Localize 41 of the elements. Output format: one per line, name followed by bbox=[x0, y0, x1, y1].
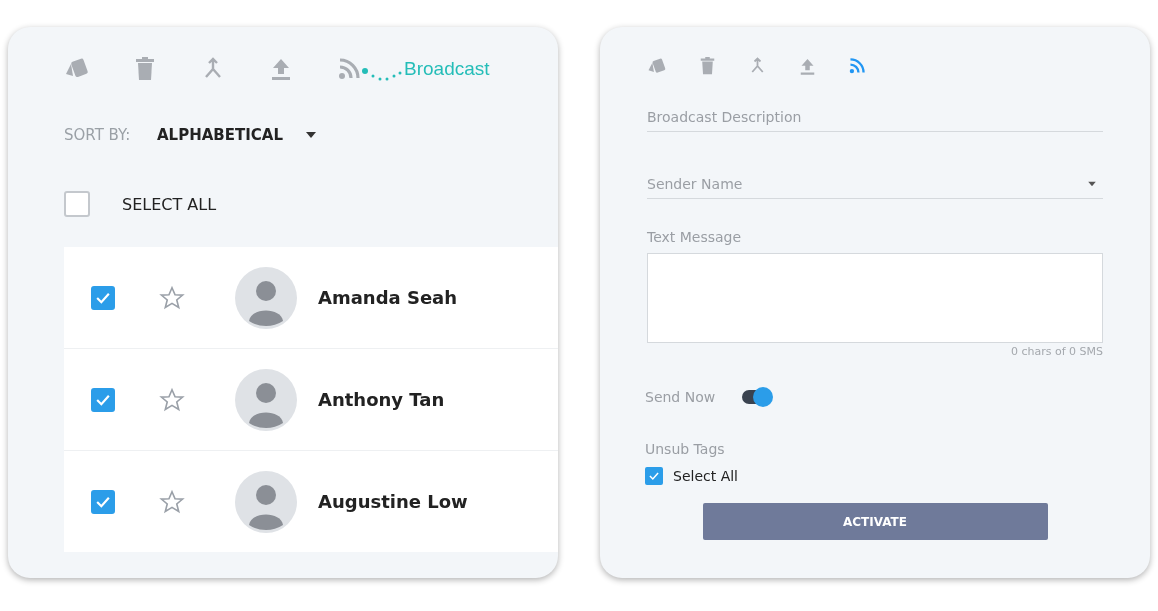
avatar bbox=[235, 368, 297, 431]
upload-icon bbox=[799, 57, 815, 75]
select-all-checkbox[interactable] bbox=[645, 467, 663, 485]
send-now-label: Send Now bbox=[645, 389, 716, 405]
rss-icon bbox=[849, 58, 865, 74]
caret-icon bbox=[1087, 181, 1097, 187]
text-message-label: Text Message bbox=[647, 229, 743, 245]
rss-button[interactable] bbox=[336, 56, 362, 82]
unsub-tags-label: Unsub Tags bbox=[645, 441, 726, 457]
upload-icon bbox=[271, 58, 291, 80]
star-icon[interactable] bbox=[159, 284, 185, 311]
select-all-label: SELECT ALL bbox=[122, 194, 217, 214]
character-counter: 0 chars of 0 SMS bbox=[1010, 345, 1103, 358]
trash-icon bbox=[135, 57, 155, 81]
contact-name: Anthony Tan bbox=[318, 389, 445, 410]
avatar bbox=[235, 470, 297, 533]
select-all-label: Select All bbox=[673, 468, 738, 484]
star-icon[interactable] bbox=[159, 488, 185, 515]
select-all-checkbox[interactable] bbox=[64, 191, 90, 217]
cards-icon bbox=[64, 58, 90, 80]
contact-name: Amanda Seah bbox=[318, 287, 458, 308]
sort-label: SORT BY: bbox=[64, 126, 132, 144]
broadcast-description-field[interactable]: Broadcast Description bbox=[647, 103, 1103, 132]
sort-dropdown[interactable]: ALPHABETICAL bbox=[157, 126, 317, 144]
sender-name-dropdown[interactable]: Sender Name bbox=[647, 170, 1103, 199]
cards-button[interactable] bbox=[647, 56, 667, 76]
tooltip-label: Broadcast bbox=[404, 58, 490, 80]
contact-checkbox[interactable] bbox=[91, 285, 115, 310]
merge-icon bbox=[749, 57, 765, 75]
rss-button[interactable] bbox=[847, 56, 867, 76]
activate-button[interactable]: ACTIVATE bbox=[702, 503, 1048, 540]
rss-icon bbox=[338, 58, 360, 80]
caret-icon bbox=[305, 131, 317, 139]
text-message-field[interactable] bbox=[647, 253, 1103, 343]
trash-icon bbox=[699, 57, 715, 75]
star-icon[interactable] bbox=[159, 386, 185, 413]
cards-icon bbox=[647, 57, 667, 75]
contact-checkbox[interactable] bbox=[91, 489, 115, 514]
avatar bbox=[235, 266, 297, 329]
contact-name: Augustine Low bbox=[318, 491, 468, 512]
contact-checkbox[interactable] bbox=[91, 387, 115, 412]
